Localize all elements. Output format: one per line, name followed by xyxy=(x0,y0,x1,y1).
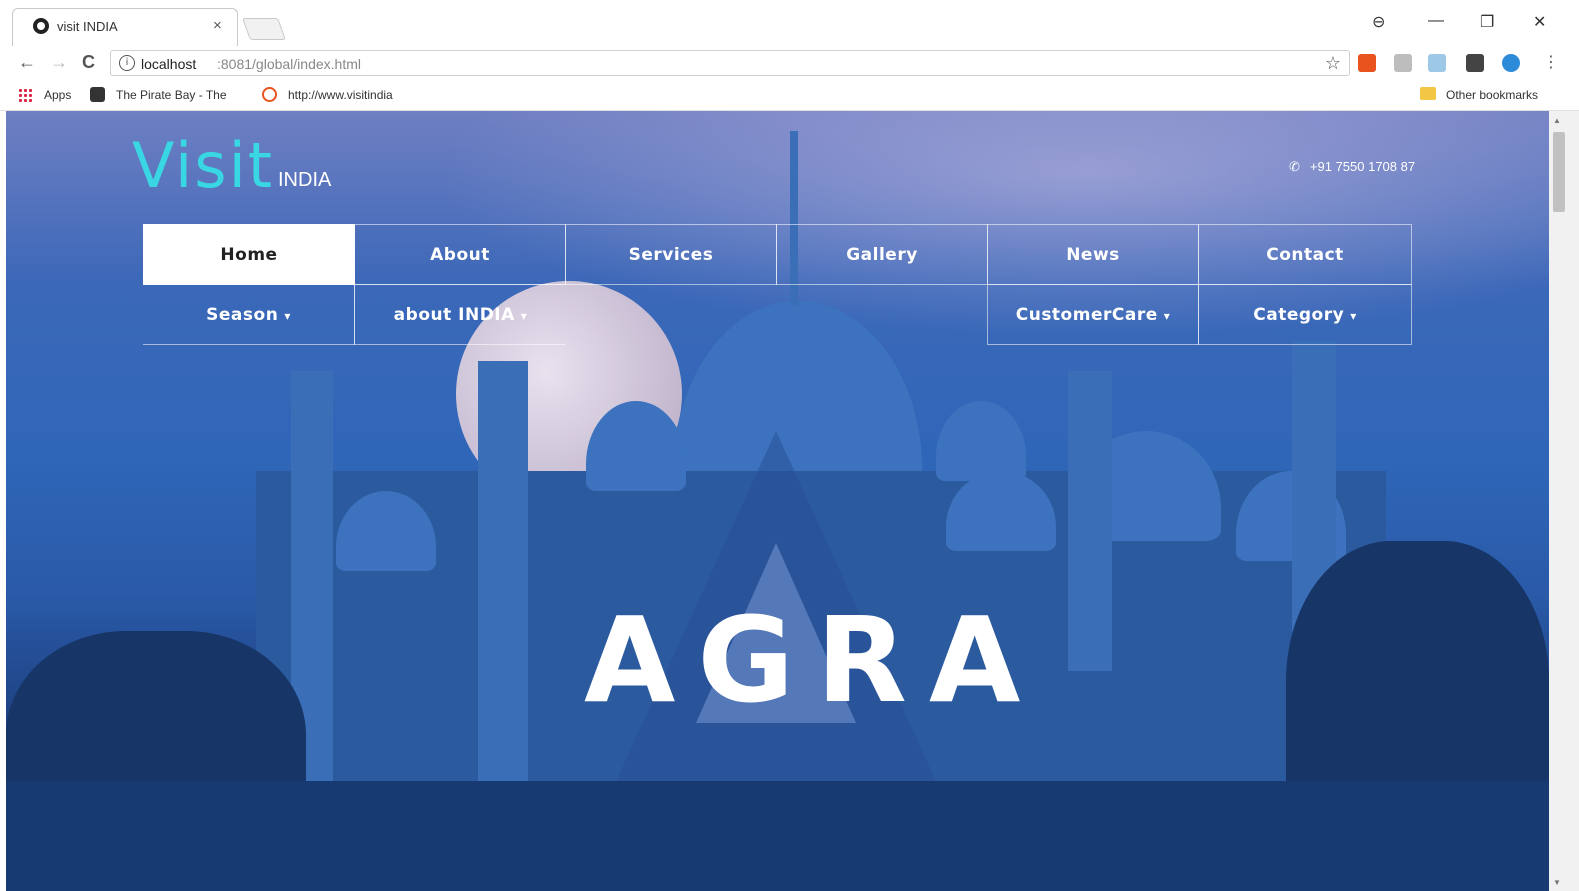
nav-home[interactable]: Home xyxy=(143,224,355,285)
site-favicon-icon xyxy=(33,18,49,34)
nav-gallery[interactable]: Gallery xyxy=(776,224,988,285)
page-scrollbar[interactable] xyxy=(1549,111,1579,891)
browser-tab-strip: visit INDIA × ⊖ — ❐ ✕ xyxy=(0,0,1579,47)
main-navigation: Home About Services Gallery News Contact… xyxy=(143,224,1413,346)
nav-contact[interactable]: Contact xyxy=(1198,224,1412,285)
scrollbar-thumb[interactable] xyxy=(1553,132,1565,212)
nav-services[interactable]: Services xyxy=(565,224,777,285)
restore-button[interactable]: ❐ xyxy=(1480,12,1494,32)
page-viewport: Visit INDIA ✆ +91 7550 1708 87 Home About… xyxy=(6,111,1549,891)
chrome-menu-icon[interactable]: ⋮ xyxy=(1543,52,1559,72)
bookmark-star-icon[interactable]: ☆ xyxy=(1325,53,1341,74)
chevron-down-icon: ▾ xyxy=(1163,309,1171,323)
new-tab-button[interactable] xyxy=(241,18,287,40)
foreground-image xyxy=(6,781,1549,891)
scroll-up-icon[interactable]: ▲ xyxy=(1553,116,1561,125)
bookmarks-bar: Apps The Pirate Bay - The http://www.vis… xyxy=(0,80,1579,111)
extension-icon[interactable] xyxy=(1428,54,1446,72)
chevron-down-icon: ▾ xyxy=(284,309,291,323)
globe-icon xyxy=(262,87,277,102)
minaret-image xyxy=(478,361,528,791)
minimize-button[interactable]: — xyxy=(1428,12,1444,30)
pirate-ship-icon xyxy=(90,87,105,102)
minaret-image xyxy=(1068,371,1112,671)
nav-customercare-dropdown[interactable]: CustomerCare ▾ xyxy=(987,284,1199,345)
tab-close-icon[interactable]: × xyxy=(213,17,222,34)
hp-extension-icon[interactable] xyxy=(1502,54,1520,72)
extension-badge-icon[interactable] xyxy=(1466,54,1484,72)
browser-toolbar: ← → C i localhost :8081/global/index.htm… xyxy=(0,46,1579,80)
scroll-down-icon[interactable]: ▼ xyxy=(1553,878,1561,887)
url-host: localhost xyxy=(141,56,197,72)
bookmark-apps[interactable]: Apps xyxy=(44,88,71,102)
address-bar[interactable]: i localhost :8081/global/index.html ☆ xyxy=(110,50,1350,76)
nav-news[interactable]: News xyxy=(987,224,1199,285)
chevron-down-icon: ▾ xyxy=(1350,309,1357,323)
account-icon[interactable]: ⊖ xyxy=(1372,12,1385,32)
nav-about-india-dropdown[interactable]: about INDIA ▾ xyxy=(354,284,566,345)
other-bookmarks[interactable]: Other bookmarks xyxy=(1446,88,1538,102)
bookmark-item[interactable]: http://www.visitindia xyxy=(288,88,393,102)
nav-about[interactable]: About xyxy=(354,224,566,285)
apps-grid-icon[interactable] xyxy=(18,88,32,102)
site-info-icon[interactable]: i xyxy=(119,55,135,71)
bookmark-item[interactable]: The Pirate Bay - The xyxy=(116,88,227,102)
phone-number: ✆ +91 7550 1708 87 xyxy=(1289,159,1415,175)
phone-text: +91 7550 1708 87 xyxy=(1309,159,1416,174)
hero-title: AGRA xyxy=(584,591,1043,729)
chevron-down-icon: ▾ xyxy=(520,309,528,323)
office-extension-icon[interactable] xyxy=(1358,54,1376,72)
phone-icon: ✆ xyxy=(1289,159,1300,174)
logo-visit[interactable]: Visit xyxy=(132,135,274,197)
reload-icon[interactable]: C xyxy=(82,52,95,73)
back-icon[interactable]: ← xyxy=(18,52,36,73)
nav-category-label: Category xyxy=(1253,305,1345,325)
nav-season-label: Season xyxy=(206,305,279,325)
logo-india[interactable]: INDIA xyxy=(278,169,331,192)
folder-icon xyxy=(1420,87,1436,100)
nav-about-india-label: about INDIA xyxy=(393,305,515,325)
forward-icon[interactable]: → xyxy=(50,52,68,73)
nav-customercare-label: CustomerCare xyxy=(1015,305,1158,325)
browser-tab[interactable]: visit INDIA × xyxy=(12,8,238,46)
nav-category-dropdown[interactable]: Category ▾ xyxy=(1198,284,1412,345)
tab-title: visit INDIA xyxy=(57,19,118,34)
nav-season-dropdown[interactable]: Season ▾ xyxy=(143,284,355,345)
url-path: :8081/global/index.html xyxy=(217,56,361,72)
close-window-button[interactable]: ✕ xyxy=(1533,12,1546,32)
extension-icon[interactable] xyxy=(1394,54,1412,72)
